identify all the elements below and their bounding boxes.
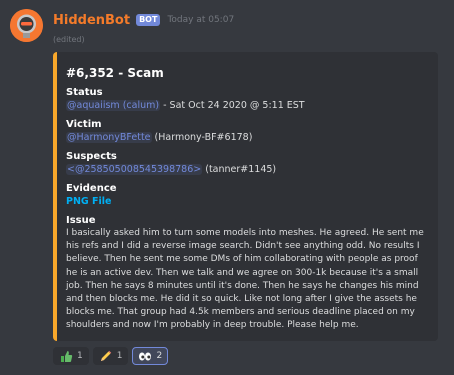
field-name-victim: Victim (66, 119, 102, 130)
victim-user-mention[interactable]: @HarmonyBFette (66, 132, 152, 143)
message-timestamp[interactable]: Today at 05:07 (167, 15, 234, 25)
reaction-pencil[interactable]: 1 (92, 347, 129, 365)
field-name-status: Status (66, 87, 103, 98)
field-evidence: Evidence PNG File (66, 182, 428, 209)
field-value-status: @aquaiism (calum) - Sat Oct 24 2020 @ 5:… (66, 99, 428, 113)
field-victim: Victim @HarmonyBFette (Harmony-BF#6178) (66, 118, 428, 145)
reaction-count: 2 (156, 351, 163, 361)
field-status: Status @aquaiism (calum) - Sat Oct 24 20… (66, 86, 428, 113)
reaction-count: 1 (77, 351, 83, 361)
robot-face-icon (10, 9, 43, 42)
suspect-user-mention[interactable]: <@258505008545398786> (66, 164, 203, 175)
username[interactable]: HiddenBot (53, 13, 130, 28)
eye-icon (138, 349, 152, 363)
field-suspects: Suspects <@258505008545398786> (tanner#1… (66, 150, 428, 177)
reaction-thumbs-up[interactable]: 1 (53, 347, 89, 365)
status-date-text: - Sat Oct 24 2020 @ 5:11 EST (160, 100, 305, 111)
message-header: HiddenBot BOT Today at 05:07 (53, 11, 234, 29)
thumbs-up-icon (59, 349, 73, 363)
bot-avatar[interactable] (10, 9, 43, 42)
edited-label: (edited) (53, 35, 85, 44)
suspect-tag-text: (tanner#1145) (202, 164, 277, 175)
pencil-icon (99, 349, 113, 363)
bot-badge: BOT (136, 14, 161, 26)
reactions-bar: 1 1 2 (53, 347, 169, 365)
field-value-suspects: <@258505008545398786> (tanner#1145) (66, 163, 428, 177)
field-value-victim: @HarmonyBFette (Harmony-BF#6178) (66, 131, 428, 145)
reaction-count: 1 (116, 351, 123, 361)
reaction-eyes[interactable]: 2 (132, 347, 169, 365)
field-name-evidence: Evidence (66, 183, 117, 194)
victim-tag-text: (Harmony-BF#6178) (151, 132, 253, 143)
status-user-mention[interactable]: @aquaiism (calum) (66, 100, 161, 111)
embed-card: #6,352 - Scam Status @aquaiism (calum) -… (53, 52, 438, 341)
field-name-suspects: Suspects (66, 151, 117, 162)
field-issue: Issue I basically asked him to turn some… (66, 214, 428, 333)
field-value-issue: I basically asked him to turn some model… (66, 228, 424, 331)
evidence-link[interactable]: PNG File (66, 195, 428, 209)
field-name-issue: Issue (66, 215, 96, 226)
embed-title: #6,352 - Scam (66, 66, 164, 80)
